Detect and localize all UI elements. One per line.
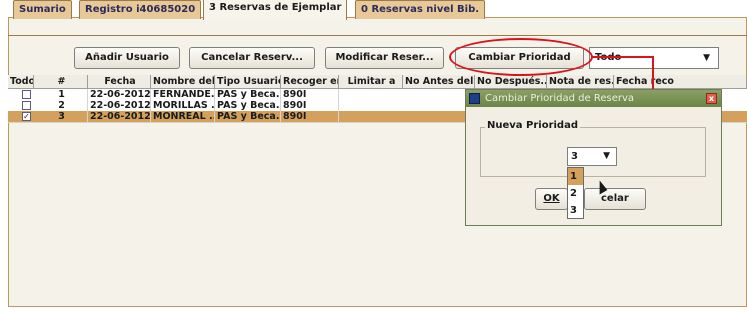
- modify-reserve-button[interactable]: Modificar Reser...: [325, 47, 444, 69]
- priority-dropdown[interactable]: 3 ▼: [567, 147, 617, 166]
- row-checkbox[interactable]: ✓: [22, 112, 31, 121]
- col-fecha-reco[interactable]: Fecha reco: [614, 75, 747, 89]
- dialog-title[interactable]: Cambiar Prioridad de Reserva: [466, 90, 721, 107]
- row-fecha: 22-06-2012...: [90, 89, 151, 100]
- row-tipo: PAS y Beca...: [217, 89, 281, 100]
- priority-option[interactable]: 2: [568, 185, 583, 202]
- tab-label: Sumario: [19, 4, 66, 15]
- tab-reservas-bib[interactable]: 0 Reservas nivel Bib.: [355, 0, 486, 19]
- tab-divider: [8, 35, 747, 36]
- row-fecha: 22-06-2012...: [90, 111, 151, 122]
- col-nota[interactable]: Nota de res...: [547, 75, 614, 89]
- priority-option[interactable]: 3: [568, 202, 583, 219]
- col-tipo-usuario[interactable]: Tipo Usuario: [215, 75, 281, 89]
- col-no-antes[interactable]: No Antes del: [403, 75, 475, 89]
- tab-label: 3 Reservas de Ejemplar: [209, 2, 342, 13]
- row-nombre: MONREAL ...: [153, 111, 215, 122]
- row-recoger: 890I: [281, 111, 339, 122]
- app-icon: [469, 93, 480, 104]
- col-limitar-a[interactable]: Limitar a: [339, 75, 403, 89]
- tab-label: 0 Reservas nivel Bib.: [361, 4, 480, 15]
- row-checkbox[interactable]: [22, 101, 31, 110]
- col-no-despues[interactable]: No Después...: [475, 75, 547, 89]
- priority-option[interactable]: 1: [568, 168, 583, 185]
- tab-reservas-ejemplar[interactable]: 3 Reservas de Ejemplar: [203, 0, 348, 20]
- row-checkbox[interactable]: [22, 90, 31, 99]
- col-fecha[interactable]: Fecha: [88, 75, 151, 89]
- annotation-line: [652, 56, 654, 93]
- ok-button[interactable]: OK: [535, 188, 568, 210]
- col-recoger-en[interactable]: Recoger en: [281, 75, 339, 89]
- col-number[interactable]: #: [34, 75, 88, 89]
- add-user-button[interactable]: Añadir Usuario: [74, 47, 180, 69]
- cancel-button[interactable]: celar: [584, 188, 646, 210]
- row-recoger: 890I: [281, 89, 339, 100]
- filter-dropdown[interactable]: Todo ▼: [589, 47, 719, 69]
- row-recoger: 890I: [281, 100, 339, 111]
- annotation-line: [592, 56, 654, 58]
- row-tipo: PAS y Beca...: [217, 111, 281, 122]
- row-tipo: PAS y Beca...: [217, 100, 281, 111]
- highlight-oval: [449, 38, 593, 76]
- row-number: 3: [34, 111, 88, 122]
- col-nombre[interactable]: Nombre del ...: [151, 75, 215, 89]
- priority-options-list: 1 2 3: [567, 167, 584, 219]
- row-nombre: FERNÁNDE...: [153, 89, 215, 100]
- row-fecha: 22-06-2012...: [90, 100, 151, 111]
- chevron-down-icon: ▼: [603, 151, 610, 161]
- col-todo[interactable]: Todo: [8, 75, 34, 89]
- priority-legend: Nueva Prioridad: [485, 120, 581, 131]
- cancel-reserve-button[interactable]: Cancelar Reserv...: [189, 47, 315, 69]
- table-header: Todo # Fecha Nombre del ... Tipo Usuario…: [8, 75, 747, 89]
- priority-selected-value: 3: [571, 151, 578, 162]
- row-number: 2: [34, 100, 88, 111]
- row-nombre: MORILLAS ...: [153, 100, 215, 111]
- tab-registro[interactable]: Registro i40685020: [79, 0, 202, 19]
- ok-label: OK: [543, 193, 560, 204]
- tab-sumario[interactable]: Sumario: [13, 0, 72, 19]
- tab-label: Registro i40685020: [85, 4, 196, 15]
- close-icon[interactable]: x: [706, 93, 717, 104]
- chevron-down-icon: ▼: [703, 53, 710, 63]
- row-number: 1: [34, 89, 88, 100]
